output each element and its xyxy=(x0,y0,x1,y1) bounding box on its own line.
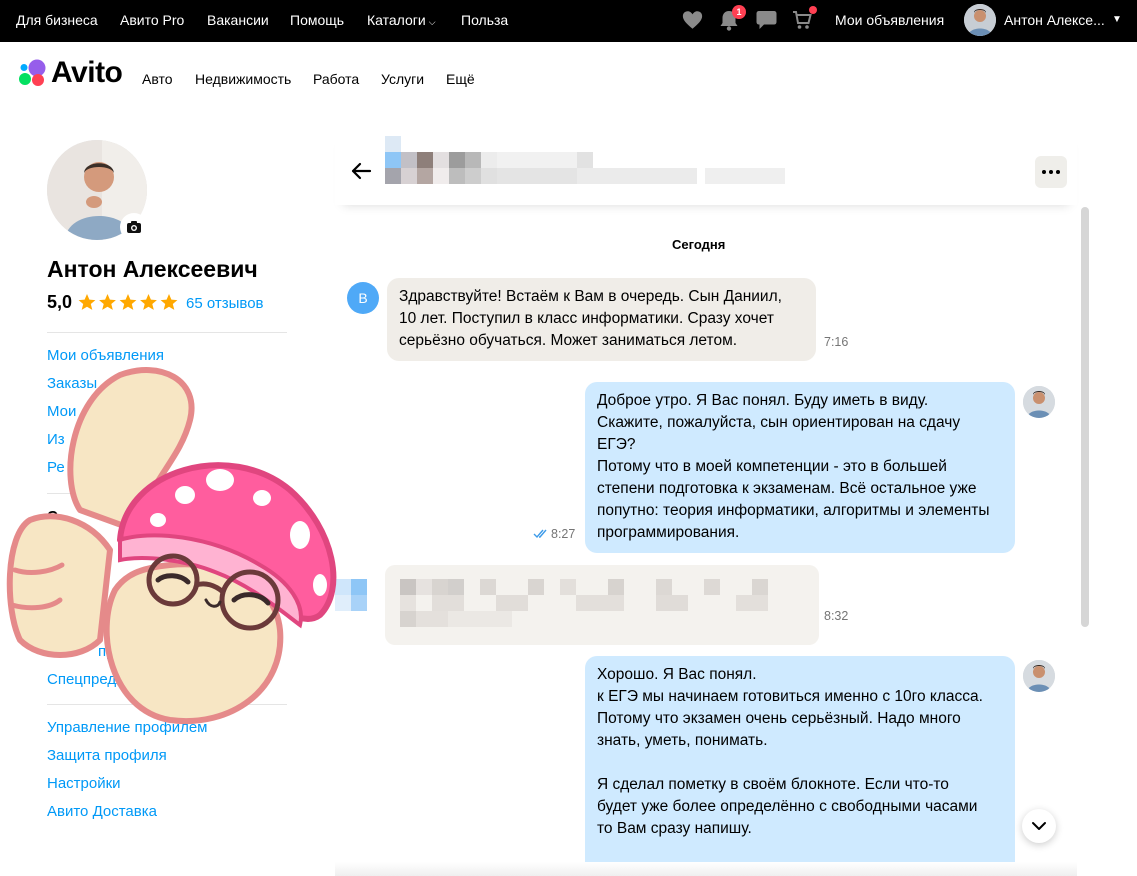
chevron-down-icon xyxy=(1032,822,1046,830)
message-time: 7:16 xyxy=(824,335,849,349)
reviews-link[interactable]: 65 отзывов xyxy=(186,295,264,312)
nav-more[interactable]: Ещё xyxy=(446,71,475,87)
user-menu-chevron-icon[interactable]: ▼ xyxy=(1112,14,1122,25)
cart-dot xyxy=(809,6,817,14)
message-outgoing: Хорошо. Я Вас понял. к ЕГЭ мы начинаем г… xyxy=(585,656,1015,876)
person-icon xyxy=(964,4,996,36)
sidebar-profile-protection[interactable]: Защита профиля xyxy=(47,747,167,764)
change-photo-button[interactable] xyxy=(120,213,148,241)
mushroom-sticker-icon xyxy=(6,367,337,725)
topbar-link-avito-pro[interactable]: Авито Pro xyxy=(120,12,184,28)
chevron-down-icon: ⌵ xyxy=(428,17,436,27)
sidebar-avito-delivery[interactable]: Авито Доставка xyxy=(47,803,157,820)
arrow-left-icon[interactable] xyxy=(350,160,372,182)
topbar-my-ads[interactable]: Мои объявления xyxy=(835,12,944,28)
chat-icon[interactable] xyxy=(756,10,777,30)
heart-icon[interactable] xyxy=(682,10,703,30)
message-time: 8:32 xyxy=(824,609,849,623)
topbar-link-benefit[interactable]: Польза xyxy=(461,12,508,28)
more-dots-icon xyxy=(1042,170,1060,174)
profile-name: Антон Алексеевич xyxy=(47,256,258,282)
blurred-contact-info xyxy=(385,136,785,184)
blurred-incoming-message xyxy=(335,565,819,645)
scroll-to-bottom-button[interactable] xyxy=(1022,809,1056,843)
topbar-link-help[interactable]: Помощь xyxy=(290,12,344,28)
topbar-link-catalogs[interactable]: Каталоги ⌵ xyxy=(367,12,436,28)
nav-services[interactable]: Услуги xyxy=(381,71,424,87)
read-checkmarks-icon xyxy=(533,529,547,539)
more-options-button[interactable] xyxy=(1035,156,1067,188)
person-icon xyxy=(1023,386,1055,418)
top-bar: Для бизнеса Авито Pro Вакансии Помощь Ка… xyxy=(0,0,1137,42)
message-outgoing: Доброе утро. Я Вас понял. Буду иметь в в… xyxy=(585,382,1015,553)
cart-icon[interactable] xyxy=(792,10,812,30)
contact-avatar[interactable]: В xyxy=(347,282,379,314)
user-avatar[interactable] xyxy=(964,4,996,36)
topbar-user-name[interactable]: Антон Алексе... xyxy=(1004,12,1105,28)
notification-badge: 1 xyxy=(732,5,746,19)
message-time: 8:27 xyxy=(551,527,576,541)
avito-logo-text[interactable]: Avito xyxy=(51,56,123,90)
divider xyxy=(47,332,287,333)
my-avatar[interactable] xyxy=(1023,660,1055,692)
topbar-link-vacancies[interactable]: Вакансии xyxy=(207,12,269,28)
sidebar-settings[interactable]: Настройки xyxy=(47,775,121,792)
my-avatar[interactable] xyxy=(1023,386,1055,418)
chat-bottom-edge xyxy=(335,862,1077,876)
chat-scrollbar[interactable] xyxy=(1081,207,1089,627)
topbar-link-business[interactable]: Для бизнеса xyxy=(16,12,98,28)
person-icon xyxy=(1023,660,1055,692)
camera-icon xyxy=(127,221,141,233)
rating-stars-icon xyxy=(78,294,178,310)
message-incoming: Здравствуйте! Встаём к Вам в очередь. Сы… xyxy=(387,278,816,361)
nav-auto[interactable]: Авто xyxy=(142,71,173,87)
nav-realty[interactable]: Недвижимость xyxy=(195,71,291,87)
profile-rating: 5,0 xyxy=(47,292,73,312)
date-separator: Сегодня xyxy=(672,237,726,252)
catalogs-label: Каталоги xyxy=(367,12,426,28)
avito-logo-icon[interactable] xyxy=(16,59,48,87)
nav-jobs[interactable]: Работа xyxy=(313,71,359,87)
